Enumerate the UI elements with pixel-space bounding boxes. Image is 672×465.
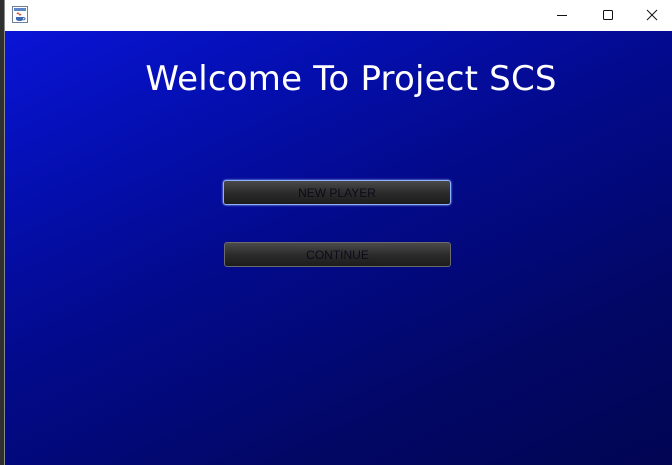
app-window: Welcome To Project SCS NEW PLAYER CONTIN… bbox=[4, 0, 672, 465]
maximize-button[interactable] bbox=[585, 0, 631, 30]
maximize-icon bbox=[603, 10, 613, 20]
new-player-button[interactable]: NEW PLAYER bbox=[223, 180, 451, 205]
close-button[interactable] bbox=[629, 0, 672, 30]
java-cup-icon bbox=[12, 6, 28, 23]
page-title: Welcome To Project SCS bbox=[145, 59, 557, 99]
minimize-icon bbox=[557, 15, 567, 16]
close-icon bbox=[646, 9, 658, 21]
continue-button[interactable]: CONTINUE bbox=[224, 242, 451, 267]
welcome-panel: Welcome To Project SCS NEW PLAYER CONTIN… bbox=[5, 31, 672, 465]
title-bar[interactable] bbox=[5, 0, 672, 30]
new-player-label: NEW PLAYER bbox=[298, 185, 376, 200]
continue-label: CONTINUE bbox=[306, 247, 369, 262]
minimize-button[interactable] bbox=[539, 0, 585, 30]
